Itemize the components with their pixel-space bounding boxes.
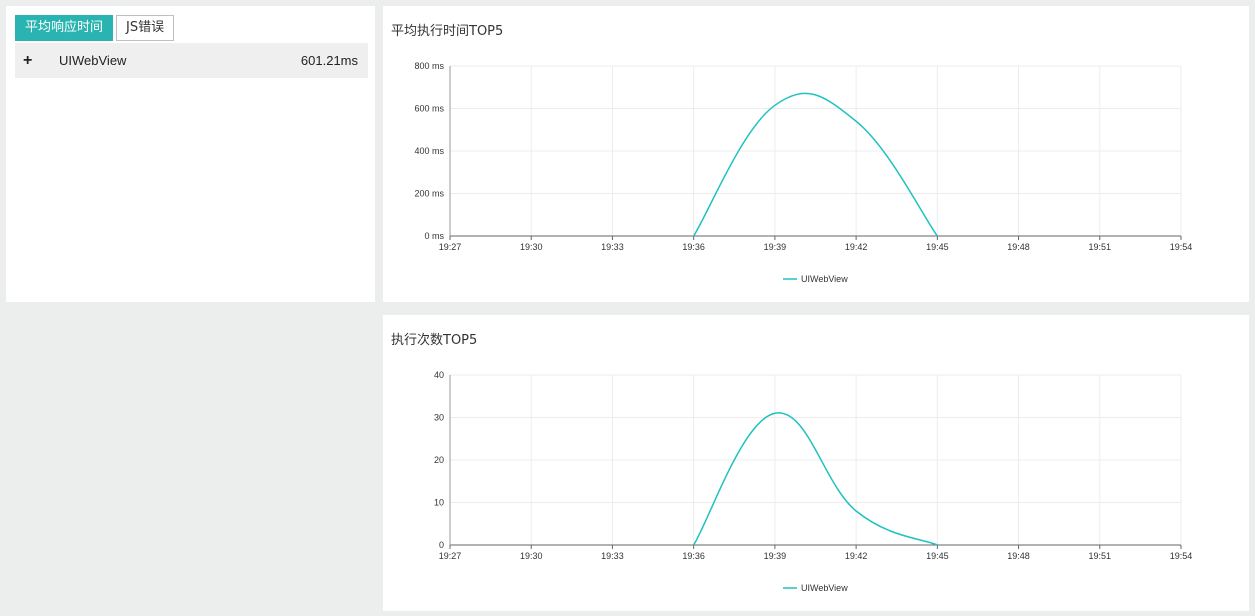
x-tick-label: 19:30 xyxy=(520,551,543,561)
x-tick-label: 19:48 xyxy=(1007,551,1030,561)
x-tick-label: 19:51 xyxy=(1089,242,1112,252)
x-tick-label: 19:36 xyxy=(682,242,705,252)
legend-label: UIWebView xyxy=(801,274,848,284)
y-tick-label: 800 ms xyxy=(414,61,444,71)
y-tick-label: 30 xyxy=(434,413,444,423)
y-tick-label: 200 ms xyxy=(414,189,444,199)
x-tick-label: 19:39 xyxy=(764,242,787,252)
x-tick-label: 19:33 xyxy=(601,242,624,252)
x-tick-label: 19:42 xyxy=(845,242,868,252)
x-tick-label: 19:54 xyxy=(1170,551,1193,561)
x-tick-label: 19:27 xyxy=(439,242,462,252)
x-tick-label: 19:42 xyxy=(845,551,868,561)
tab-bar: 平均响应时间 JS错误 xyxy=(15,15,177,41)
x-tick-label: 19:51 xyxy=(1089,551,1112,561)
list-item[interactable]: + UIWebView 601.21ms xyxy=(15,43,368,78)
chart-panel-exec-count: 执行次数TOP5 0 10 20 30 40 19:27 19:30 19:33 19:36 19… xyxy=(383,315,1249,611)
x-tick-label: 19:45 xyxy=(926,551,949,561)
series-line-uiwebview xyxy=(693,92,938,237)
line-chart-exec-count: 0 10 20 30 40 19:27 19:30 19:33 19:36 19:39 19:42 1… xyxy=(434,370,1193,593)
legend-label: UIWebView xyxy=(801,583,848,593)
y-tick-label: 10 xyxy=(434,498,444,508)
y-tick-label: 20 xyxy=(434,455,444,465)
y-tick-label: 0 ms xyxy=(424,231,444,241)
x-tick-label: 19:48 xyxy=(1007,242,1030,252)
y-tick-label: 400 ms xyxy=(414,146,444,156)
y-tick-label: 0 xyxy=(439,540,444,550)
left-panel: 平均响应时间 JS错误 + UIWebView 601.21ms xyxy=(6,6,375,302)
x-tick-label: 19:39 xyxy=(764,551,787,561)
x-tick-label: 19:45 xyxy=(926,242,949,252)
line-chart-avg-exec-time: 0 ms 200 ms 400 ms 600 ms 800 ms 19:27 19:30 19… xyxy=(414,61,1193,284)
y-tick-label: 600 ms xyxy=(414,104,444,114)
row-name: UIWebView xyxy=(59,53,127,68)
series-line-uiwebview xyxy=(693,412,938,546)
chart-panel-avg-exec-time: 平均执行时间TOP5 0 ms 200 ms 400 ms 600 ms 800 ms 1… xyxy=(383,6,1249,302)
y-tick-label: 40 xyxy=(434,370,444,380)
tab-js-errors[interactable]: JS错误 xyxy=(116,15,175,41)
row-value: 601.21ms xyxy=(300,53,358,68)
x-tick-label: 19:27 xyxy=(439,551,462,561)
x-tick-label: 19:33 xyxy=(601,551,624,561)
tab-avg-response-time[interactable]: 平均响应时间 xyxy=(15,15,114,41)
expand-icon[interactable]: + xyxy=(23,52,35,70)
x-tick-label: 19:36 xyxy=(682,551,705,561)
x-tick-label: 19:54 xyxy=(1170,242,1193,252)
x-tick-label: 19:30 xyxy=(520,242,543,252)
